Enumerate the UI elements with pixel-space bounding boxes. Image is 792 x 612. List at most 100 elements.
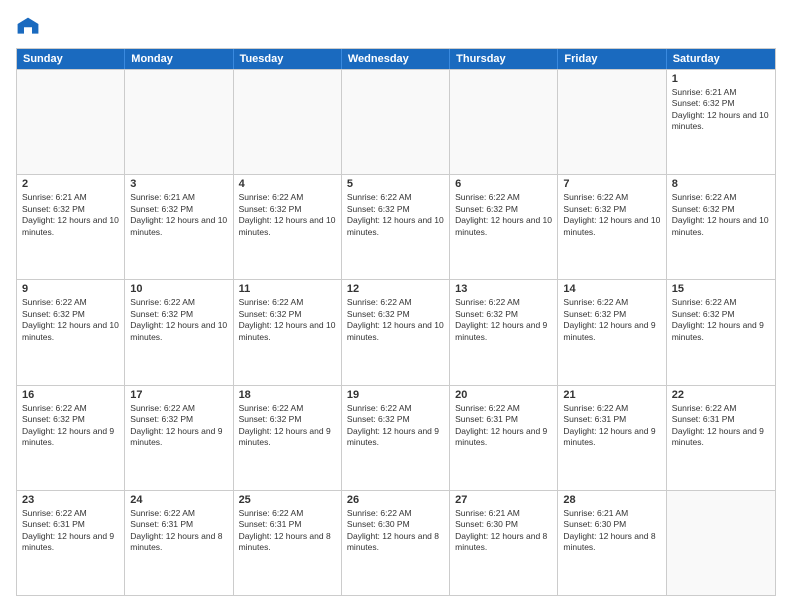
day-number: 27 (455, 494, 552, 506)
table-row: 25 Sunrise: 6:22 AM Sunset: 6:31 PM Dayli… (234, 491, 342, 595)
calendar-row: 16 Sunrise: 6:22 AM Sunset: 6:32 PM Dayli… (17, 385, 775, 490)
table-row: 19 Sunrise: 6:22 AM Sunset: 6:32 PM Dayli… (342, 386, 450, 490)
logo (16, 16, 44, 40)
table-row: 15 Sunrise: 6:22 AM Sunset: 6:32 PM Dayli… (667, 280, 775, 384)
table-row (558, 70, 666, 174)
day-info: Sunrise: 6:22 AM Sunset: 6:31 PM Dayligh… (239, 508, 336, 554)
table-row: 14 Sunrise: 6:22 AM Sunset: 6:32 PM Dayli… (558, 280, 666, 384)
day-info: Sunrise: 6:22 AM Sunset: 6:32 PM Dayligh… (347, 297, 444, 343)
table-row: 11 Sunrise: 6:22 AM Sunset: 6:32 PM Dayli… (234, 280, 342, 384)
header-friday: Friday (558, 49, 666, 69)
day-number: 22 (672, 389, 770, 401)
day-number: 6 (455, 178, 552, 190)
header-wednesday: Wednesday (342, 49, 450, 69)
logo-icon (16, 16, 40, 40)
day-number: 10 (130, 283, 227, 295)
day-number: 11 (239, 283, 336, 295)
day-number: 25 (239, 494, 336, 506)
table-row: 5 Sunrise: 6:22 AM Sunset: 6:32 PM Daylig… (342, 175, 450, 279)
day-number: 7 (563, 178, 660, 190)
table-row (17, 70, 125, 174)
day-number: 26 (347, 494, 444, 506)
day-info: Sunrise: 6:22 AM Sunset: 6:31 PM Dayligh… (130, 508, 227, 554)
day-info: Sunrise: 6:22 AM Sunset: 6:32 PM Dayligh… (455, 297, 552, 343)
table-row: 4 Sunrise: 6:22 AM Sunset: 6:32 PM Daylig… (234, 175, 342, 279)
table-row: 16 Sunrise: 6:22 AM Sunset: 6:32 PM Dayli… (17, 386, 125, 490)
day-number: 13 (455, 283, 552, 295)
day-info: Sunrise: 6:21 AM Sunset: 6:30 PM Dayligh… (563, 508, 660, 554)
day-info: Sunrise: 6:22 AM Sunset: 6:32 PM Dayligh… (130, 403, 227, 449)
table-row: 18Sunrise: 6:22 AM Sunset: 6:32 PM Dayli… (234, 386, 342, 490)
day-info: Sunrise: 6:22 AM Sunset: 6:32 PM Dayligh… (563, 297, 660, 343)
table-row: 23 Sunrise: 6:22 AM Sunset: 6:31 PM Dayli… (17, 491, 125, 595)
day-info: Sunrise: 6:22 AM Sunset: 6:31 PM Dayligh… (455, 403, 552, 449)
day-number: 4 (239, 178, 336, 190)
table-row (450, 70, 558, 174)
day-number: 9 (22, 283, 119, 295)
table-row: 7 Sunrise: 6:22 AM Sunset: 6:32 PM Daylig… (558, 175, 666, 279)
day-info: Sunrise: 6:21 AM Sunset: 6:32 PM Dayligh… (22, 192, 119, 238)
day-number: 3 (130, 178, 227, 190)
day-info: Sunrise: 6:22 AM Sunset: 6:32 PM Dayligh… (455, 192, 552, 238)
header-thursday: Thursday (450, 49, 558, 69)
table-row: 3Sunrise: 6:21 AM Sunset: 6:32 PM Daylig… (125, 175, 233, 279)
day-number: 15 (672, 283, 770, 295)
table-row (125, 70, 233, 174)
day-number: 1 (672, 73, 770, 85)
calendar-row: 9 Sunrise: 6:22 AM Sunset: 6:32 PM Daylig… (17, 279, 775, 384)
day-number: 23 (22, 494, 119, 506)
table-row: 8Sunrise: 6:22 AM Sunset: 6:32 PM Daylig… (667, 175, 775, 279)
table-row: 1Sunrise: 6:21 AM Sunset: 6:32 PM Daylig… (667, 70, 775, 174)
table-row: 27 Sunrise: 6:21 AM Sunset: 6:30 PM Dayli… (450, 491, 558, 595)
day-number: 19 (347, 389, 444, 401)
day-number: 18 (239, 389, 336, 401)
header-tuesday: Tuesday (234, 49, 342, 69)
table-row: 28Sunrise: 6:21 AM Sunset: 6:30 PM Dayli… (558, 491, 666, 595)
header-monday: Monday (125, 49, 233, 69)
table-row: 2 Sunrise: 6:21 AM Sunset: 6:32 PM Daylig… (17, 175, 125, 279)
table-row (342, 70, 450, 174)
calendar: Sunday Monday Tuesday Wednesday Thursday… (16, 48, 776, 596)
table-row: 9Sunrise: 6:22 AM Sunset: 6:32 PM Daylig… (17, 280, 125, 384)
day-info: Sunrise: 6:22 AM Sunset: 6:30 PM Dayligh… (347, 508, 444, 554)
header-sunday: Sunday (17, 49, 125, 69)
page: Sunday Monday Tuesday Wednesday Thursday… (0, 0, 792, 612)
calendar-row: 23 Sunrise: 6:22 AM Sunset: 6:31 PM Dayli… (17, 490, 775, 595)
table-row: 17 Sunrise: 6:22 AM Sunset: 6:32 PM Dayli… (125, 386, 233, 490)
table-row: 6 Sunrise: 6:22 AM Sunset: 6:32 PM Daylig… (450, 175, 558, 279)
calendar-row: 2 Sunrise: 6:21 AM Sunset: 6:32 PM Daylig… (17, 174, 775, 279)
day-info: Sunrise: 6:22 AM Sunset: 6:32 PM Dayligh… (347, 192, 444, 238)
day-info: Sunrise: 6:22 AM Sunset: 6:32 PM Dayligh… (239, 297, 336, 343)
day-number: 17 (130, 389, 227, 401)
day-info: Sunrise: 6:22 AM Sunset: 6:32 PM Dayligh… (347, 403, 444, 449)
day-info: Sunrise: 6:22 AM Sunset: 6:32 PM Dayligh… (672, 297, 770, 343)
day-number: 20 (455, 389, 552, 401)
day-info: Sunrise: 6:22 AM Sunset: 6:32 PM Dayligh… (563, 192, 660, 238)
day-info: Sunrise: 6:22 AM Sunset: 6:32 PM Dayligh… (22, 403, 119, 449)
day-info: Sunrise: 6:22 AM Sunset: 6:31 PM Dayligh… (672, 403, 770, 449)
table-row: 20 Sunrise: 6:22 AM Sunset: 6:31 PM Dayli… (450, 386, 558, 490)
table-row: 24 Sunrise: 6:22 AM Sunset: 6:31 PM Dayli… (125, 491, 233, 595)
day-info: Sunrise: 6:21 AM Sunset: 6:30 PM Dayligh… (455, 508, 552, 554)
day-number: 24 (130, 494, 227, 506)
table-row (667, 491, 775, 595)
day-number: 21 (563, 389, 660, 401)
day-info: Sunrise: 6:22 AM Sunset: 6:31 PM Dayligh… (22, 508, 119, 554)
header (16, 16, 776, 40)
day-number: 2 (22, 178, 119, 190)
header-saturday: Saturday (667, 49, 775, 69)
table-row: 12 Sunrise: 6:22 AM Sunset: 6:32 PM Dayli… (342, 280, 450, 384)
day-number: 16 (22, 389, 119, 401)
table-row: 13 Sunrise: 6:22 AM Sunset: 6:32 PM Dayli… (450, 280, 558, 384)
table-row (234, 70, 342, 174)
day-number: 12 (347, 283, 444, 295)
day-info: Sunrise: 6:22 AM Sunset: 6:32 PM Dayligh… (239, 192, 336, 238)
day-info: Sunrise: 6:22 AM Sunset: 6:31 PM Dayligh… (563, 403, 660, 449)
day-number: 14 (563, 283, 660, 295)
table-row: 22 Sunrise: 6:22 AM Sunset: 6:31 PM Dayli… (667, 386, 775, 490)
day-number: 8 (672, 178, 770, 190)
calendar-body: 1 Sunrise: 6:21 AM Sunset: 6:32 PM Daylig… (17, 69, 775, 595)
table-row: 10Sunrise: 6:22 AM Sunset: 6:32 PM Dayli… (125, 280, 233, 384)
day-number: 5 (347, 178, 444, 190)
calendar-row: 1Sunrise: 6:21 AM Sunset: 6:32 PM Daylig… (17, 69, 775, 174)
